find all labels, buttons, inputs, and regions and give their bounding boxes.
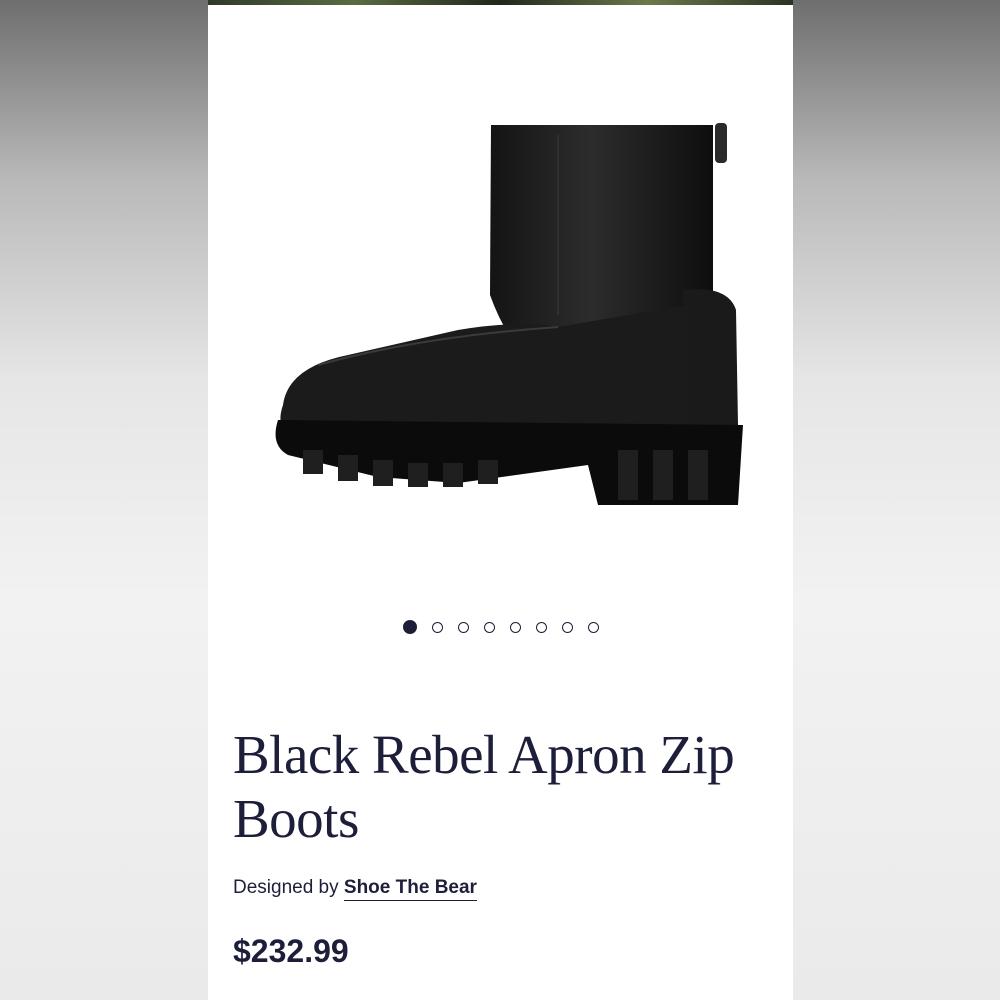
pull-tab <box>715 123 727 163</box>
background-left <box>0 0 208 1000</box>
designed-by-label: Designed by <box>233 877 339 898</box>
carousel-dot[interactable] <box>402 620 417 634</box>
product-image[interactable] <box>258 105 748 525</box>
carousel-dot[interactable] <box>587 621 599 633</box>
carousel-dot[interactable] <box>483 621 495 633</box>
carousel-dot[interactable] <box>561 621 573 633</box>
carousel-dot[interactable] <box>509 621 521 633</box>
product-price: $232.99 <box>233 933 349 969</box>
product-page: Black Rebel Apron Zip Boots Designed by … <box>208 5 793 1000</box>
product-title: Black Rebel Apron Zip Boots <box>233 724 735 849</box>
carousel-dot[interactable] <box>457 621 469 633</box>
carousel-dot[interactable] <box>535 621 547 633</box>
boot-vamp <box>280 305 688 435</box>
carousel-dot[interactable] <box>431 621 443 633</box>
designer-link[interactable]: Shoe The Bear <box>343 877 477 901</box>
background-right <box>793 0 1000 1000</box>
designer-line: Designed by Shoe The Bear <box>233 877 477 901</box>
carousel-dots <box>208 618 793 636</box>
